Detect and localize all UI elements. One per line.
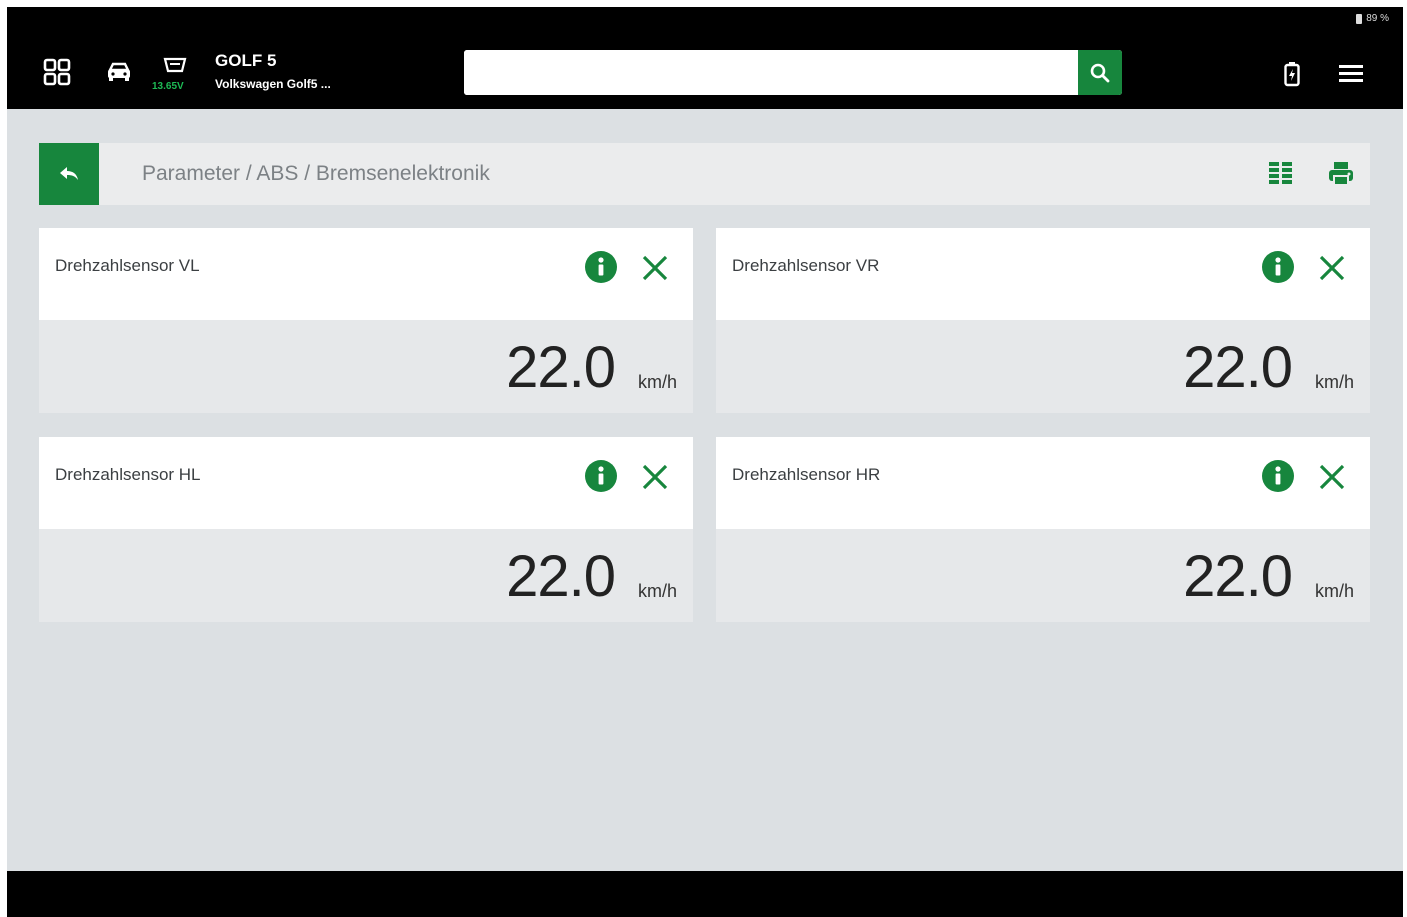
- info-icon[interactable]: [584, 459, 618, 493]
- battery-voltage: 13.65V: [152, 81, 184, 92]
- card-title: Drehzahlsensor VL: [55, 256, 200, 275]
- sensor-unit: km/h: [637, 581, 677, 601]
- card-header: Drehzahlsensor HR: [716, 437, 1370, 529]
- search-input[interactable]: [464, 50, 1078, 95]
- close-icon[interactable]: [1316, 252, 1348, 286]
- sensor-card-vl: Drehzahlsensor VL 22.0 km/h: [39, 228, 693, 413]
- print-icon[interactable]: [1326, 160, 1356, 188]
- sensor-unit: km/h: [1314, 581, 1354, 601]
- sensor-value: 22.0: [1183, 335, 1293, 400]
- search-button[interactable]: [1078, 50, 1122, 95]
- info-icon[interactable]: [584, 250, 618, 284]
- sensor-value: 22.0: [506, 544, 616, 609]
- card-body: 22.0 km/h: [716, 320, 1370, 413]
- status-battery-icon: [1356, 13, 1363, 24]
- search-icon: [1090, 63, 1110, 82]
- vehicle-model[interactable]: Volkswagen Golf5 ...: [215, 77, 331, 91]
- back-arrow-icon: [60, 167, 78, 180]
- sensor-value: 22.0: [506, 335, 616, 400]
- sensor-unit: km/h: [1314, 372, 1354, 392]
- search-bar: [464, 50, 1122, 95]
- obd-connector-icon[interactable]: [161, 53, 189, 77]
- device-screen: 89 % 13.65V GOLF 5 Volkswagen Golf5 ... …: [7, 7, 1403, 917]
- vehicle-name[interactable]: GOLF 5: [215, 51, 276, 71]
- card-body: 22.0 km/h: [716, 529, 1370, 622]
- info-icon[interactable]: [1261, 250, 1295, 284]
- card-header: Drehzahlsensor HL: [39, 437, 693, 529]
- status-battery-text: 89 %: [1366, 13, 1389, 24]
- back-button[interactable]: [39, 143, 99, 205]
- close-icon[interactable]: [639, 252, 671, 286]
- columns-icon[interactable]: [1268, 160, 1294, 188]
- battery-icon[interactable]: [1279, 59, 1305, 89]
- apps-grid-icon[interactable]: [41, 56, 73, 88]
- close-icon[interactable]: [1316, 461, 1348, 495]
- card-body: 22.0 km/h: [39, 320, 693, 413]
- breadcrumb-path: Parameter / ABS / Bremsenelektronik: [142, 162, 490, 185]
- status-battery: 89 %: [1356, 13, 1389, 24]
- sensor-card-hr: Drehzahlsensor HR 22.0 km/h: [716, 437, 1370, 622]
- breadcrumb: Parameter / ABS / Bremsenelektronik: [39, 143, 1370, 205]
- sensor-unit: km/h: [637, 372, 677, 392]
- card-title: Drehzahlsensor HL: [55, 465, 201, 484]
- sensor-value: 22.0: [1183, 544, 1293, 609]
- sensor-card-hl: Drehzahlsensor HL 22.0 km/h: [39, 437, 693, 622]
- bottom-nav-bar: [7, 871, 1403, 917]
- info-icon[interactable]: [1261, 459, 1295, 493]
- card-title: Drehzahlsensor HR: [732, 465, 881, 484]
- card-header: Drehzahlsensor VR: [716, 228, 1370, 320]
- sensor-card-vr: Drehzahlsensor VR 22.0 km/h: [716, 228, 1370, 413]
- close-icon[interactable]: [639, 461, 671, 495]
- car-icon[interactable]: [103, 56, 135, 88]
- app-header: 13.65V GOLF 5 Volkswagen Golf5 ...: [7, 31, 1403, 109]
- card-body: 22.0 km/h: [39, 529, 693, 622]
- status-bar: 89 %: [7, 7, 1403, 31]
- card-title: Drehzahlsensor VR: [732, 256, 880, 275]
- menu-icon[interactable]: [1337, 59, 1365, 87]
- card-header: Drehzahlsensor VL: [39, 228, 693, 320]
